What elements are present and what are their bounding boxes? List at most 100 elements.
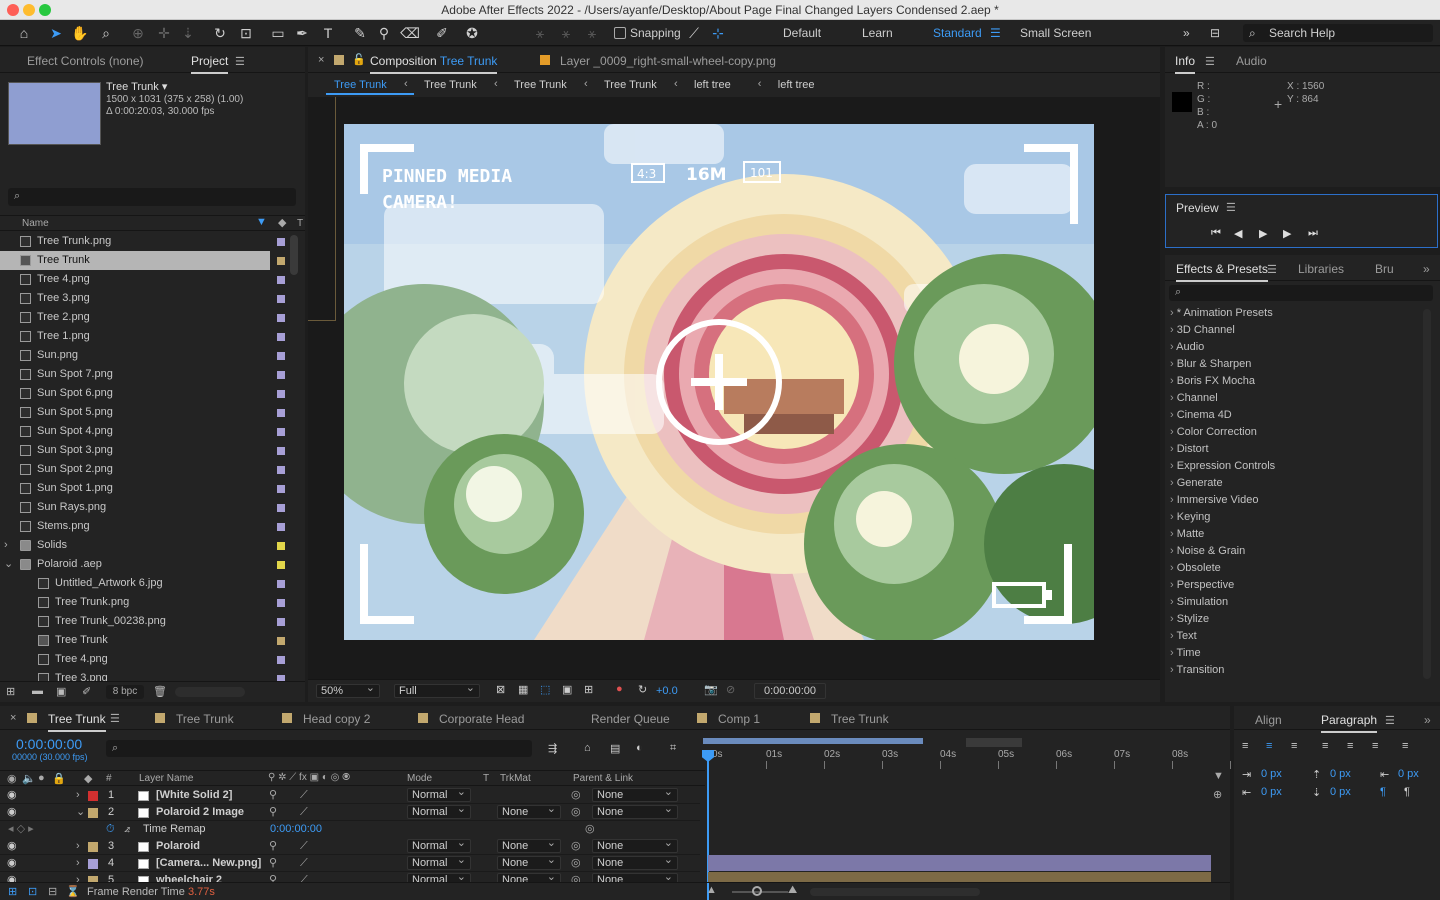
reset-exposure-icon[interactable]: ↻ [638, 683, 647, 696]
quality-icon[interactable]: ⟋ [300, 787, 308, 804]
project-item[interactable]: Tree 3.png [0, 289, 285, 308]
type-column[interactable]: T [297, 218, 303, 229]
selected-item-name[interactable]: Tree Trunk ▾ [106, 80, 167, 93]
workspace-small-screen[interactable]: Small Screen [1020, 26, 1091, 40]
tab-project[interactable]: Project [191, 54, 229, 74]
lock-icon[interactable]: 🔓 [352, 53, 366, 66]
label-color-swatch[interactable] [88, 859, 98, 869]
effects-category[interactable]: › Perspective [1170, 579, 1234, 591]
label-color-swatch[interactable] [277, 314, 285, 322]
label-color-swatch[interactable] [88, 808, 98, 818]
graph-icon[interactable]: ⦨ [124, 821, 130, 838]
pickwhip-icon[interactable]: ◎ [571, 855, 581, 872]
time-remap-row[interactable]: ◂ ◇ ▸ ⏱ ⦨ Time Remap 0:00:00:00 ◎ [0, 821, 700, 838]
label-color-swatch[interactable] [277, 542, 285, 550]
close-panel-icon[interactable]: × [10, 712, 16, 724]
playhead-handle[interactable] [702, 750, 714, 762]
timeline-tab[interactable]: Tree Trunk [48, 712, 106, 732]
label-color-swatch[interactable] [277, 561, 285, 569]
workspace-menu-icon[interactable]: ☰ [990, 26, 1001, 40]
pickwhip-icon[interactable]: ◎ [571, 787, 581, 804]
switches-icon[interactable]: ⚲ ✲ ⟋ fx ▣ ◐ ◎ ⦿ [268, 772, 350, 783]
breadcrumb-item[interactable]: left tree [778, 79, 815, 91]
selection-tool-icon[interactable]: ➤ [46, 24, 66, 42]
breadcrumb-item[interactable]: left tree [694, 79, 731, 91]
effects-category[interactable]: › Noise & Grain [1170, 545, 1245, 557]
zoom-slider-thumb[interactable] [752, 886, 762, 896]
quality-icon[interactable]: ⟋ [300, 872, 308, 882]
parent-dropdown[interactable]: None [592, 803, 678, 819]
layer-switches-icon[interactable]: ⊞ [8, 885, 17, 898]
puppet-advanced-icon[interactable]: ⚹ [582, 24, 602, 42]
tab-effects-presets[interactable]: Effects & Presets [1176, 262, 1268, 282]
effects-category[interactable]: › Boris FX Mocha [1170, 375, 1255, 387]
project-item[interactable]: Tree 2.png [0, 308, 285, 327]
project-search-input[interactable]: ⌕ [8, 188, 296, 206]
justify-left-icon[interactable]: ≡ [1322, 740, 1328, 752]
label-color-swatch[interactable] [277, 656, 285, 664]
orbit-camera-icon[interactable]: ⊕ [128, 24, 148, 42]
effects-category[interactable]: › Expression Controls [1170, 460, 1275, 472]
panel-menu-icon[interactable]: ☰ [110, 712, 120, 725]
bit-depth-button[interactable]: 8 bpc [106, 685, 144, 699]
label-color-swatch[interactable] [277, 485, 285, 493]
justify-all-icon[interactable]: ≡ [1402, 740, 1408, 752]
zoom-tool-icon[interactable]: ⌕ [96, 24, 116, 42]
breadcrumb-item[interactable]: Tree Trunk [514, 79, 567, 91]
quality-icon[interactable]: ⟋ [300, 855, 308, 872]
column-trkmat[interactable]: TrkMat [500, 773, 531, 784]
stopwatch-icon[interactable]: ⏱ [106, 821, 115, 838]
expression-pickwhip-icon[interactable]: ◎ [585, 821, 595, 838]
quality-icon[interactable]: ⟋ [300, 838, 308, 855]
work-area-bar[interactable] [703, 738, 923, 744]
workspace-learn[interactable]: Learn [862, 26, 893, 40]
project-item[interactable]: Sun Spot 5.png [0, 403, 285, 422]
tab-libraries[interactable]: Libraries [1298, 262, 1344, 276]
panel-menu-icon[interactable]: ☰ [1267, 263, 1277, 276]
new-folder-icon[interactable]: ▬ [32, 685, 43, 697]
project-item[interactable]: Sun Spot 4.png [0, 422, 285, 441]
column-mode[interactable]: Mode [407, 773, 432, 784]
panel-menu-icon[interactable]: ☰ [1385, 714, 1395, 727]
project-item[interactable]: Tree Trunk.png [0, 593, 285, 612]
align-right-icon[interactable]: ≡ [1291, 740, 1297, 752]
search-help-input[interactable]: ⌕ Search Help [1243, 24, 1433, 42]
region-of-interest-icon[interactable]: ▣ [562, 683, 572, 696]
pickwhip-icon[interactable]: ◎ [571, 838, 581, 855]
solo-icon[interactable]: ● [38, 772, 45, 784]
project-item[interactable]: Tree Trunk.png [0, 232, 285, 251]
project-settings-icon[interactable]: ✐ [82, 685, 91, 698]
chevron-right-icon[interactable]: › [76, 838, 80, 855]
project-scrollbar[interactable] [289, 235, 299, 685]
panel-menu-icon[interactable]: ☰ [235, 55, 245, 68]
tab-align[interactable]: Align [1255, 713, 1282, 727]
shy-icon[interactable]: ⚲ [269, 787, 277, 804]
timeline-hscroll[interactable] [810, 888, 980, 896]
snap-points-icon[interactable]: ⊹ [708, 24, 728, 42]
play-icon[interactable]: ▶ [1259, 227, 1267, 240]
layer-name[interactable]: wheelchair 2 [156, 872, 222, 882]
tab-brushes[interactable]: Bru [1375, 262, 1394, 276]
effects-category[interactable]: › 3D Channel [1170, 324, 1235, 336]
label-color-swatch[interactable] [277, 580, 285, 588]
quality-icon[interactable]: ⟋ [300, 804, 308, 821]
rectangle-tool-icon[interactable]: ▭ [268, 24, 288, 42]
timeline-navigator-icon[interactable]: ▼ [1213, 770, 1224, 782]
workspace-standard[interactable]: Standard [933, 26, 982, 40]
mode-dropdown[interactable]: Normal [407, 803, 471, 819]
snap-edges-icon[interactable]: ⟋ [684, 24, 704, 42]
effects-category[interactable]: › Color Correction [1170, 426, 1257, 438]
effects-category[interactable]: › Obsolete [1170, 562, 1221, 574]
mode-dropdown[interactable]: Normal [407, 787, 471, 802]
eye-icon[interactable]: ◉ [7, 838, 17, 855]
project-item[interactable]: Tree 4.png [0, 650, 285, 669]
project-item[interactable]: Sun Spot 2.png [0, 460, 285, 479]
breadcrumb-item[interactable]: Tree Trunk [604, 79, 657, 91]
effects-search-input[interactable]: ⌕ [1169, 285, 1433, 301]
effects-category[interactable]: › Stylize [1170, 613, 1209, 625]
parent-dropdown[interactable]: None [592, 787, 678, 802]
timeline-tab[interactable]: Head copy 2 [303, 712, 370, 726]
project-item[interactable]: Untitled_Artwork 6.jpg [0, 574, 285, 593]
close-panel-icon[interactable]: × [318, 54, 324, 66]
justify-right-icon[interactable]: ≡ [1372, 740, 1378, 752]
